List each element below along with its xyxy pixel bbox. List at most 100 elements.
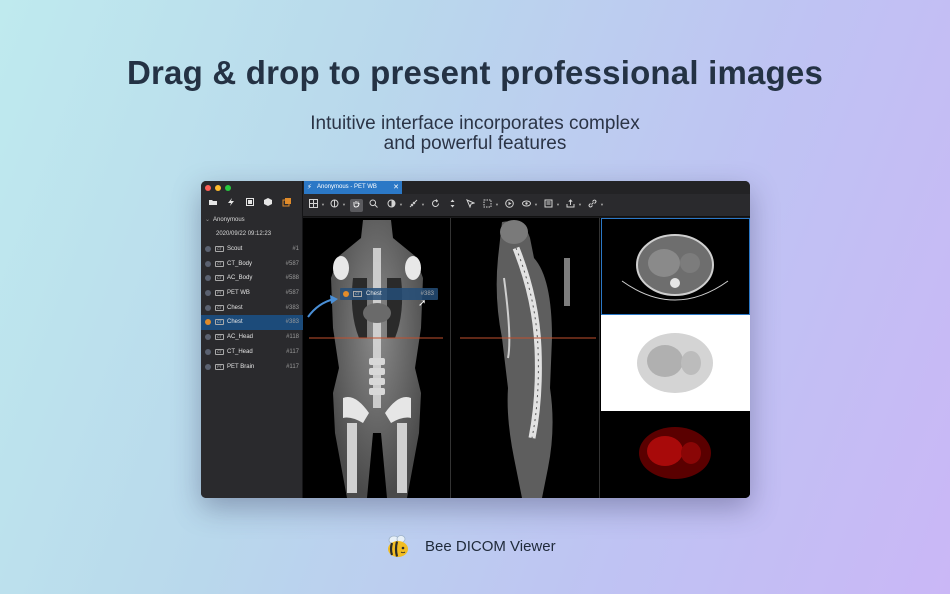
tab-bar: ⚡ Anonymous - PET WB ✕ xyxy=(303,181,750,194)
series-row[interactable]: PT PET WB #587 xyxy=(201,286,303,301)
layers-icon[interactable] xyxy=(281,197,293,209)
flip-icon[interactable] xyxy=(446,199,459,212)
cube-icon[interactable] xyxy=(262,197,274,209)
series-name: CT_Body xyxy=(227,260,253,267)
series-row[interactable]: CT AC_Body #588 xyxy=(201,271,303,286)
roi-icon[interactable] xyxy=(481,199,494,212)
series-row[interactable]: CT AC_Head #118 xyxy=(201,330,303,345)
chevron-down-icon[interactable]: ▼ xyxy=(399,202,403,207)
pan-icon[interactable] xyxy=(350,199,363,212)
series-name: AC_Body xyxy=(227,275,253,282)
chevron-down-icon[interactable]: ▼ xyxy=(495,202,499,207)
patient-group[interactable]: ⌄ Anonymous xyxy=(205,216,245,223)
image-viewer xyxy=(303,218,750,498)
chevron-down-icon[interactable]: ▼ xyxy=(556,202,560,207)
chevron-down-icon[interactable]: ▼ xyxy=(600,202,604,207)
modality-badge: CT xyxy=(215,260,224,267)
viewport-sagittal[interactable] xyxy=(452,218,600,498)
series-status-dot xyxy=(205,363,211,370)
annotation-icon[interactable] xyxy=(542,199,555,212)
chevron-down-icon: ⌄ xyxy=(205,217,211,223)
series-row[interactable]: CT Chest #383 xyxy=(201,315,303,331)
series-row[interactable]: CT Chest #383 xyxy=(201,301,303,316)
drag-arrow-icon xyxy=(307,295,338,318)
modality-badge: PT xyxy=(215,363,224,370)
series-count: #117 xyxy=(286,363,299,370)
viewport-axial-ct[interactable] xyxy=(601,218,750,315)
series-name: PET Brain xyxy=(227,363,255,370)
layout-icon[interactable] xyxy=(307,199,320,212)
headline: Drag & drop to present professional imag… xyxy=(126,54,824,91)
zoom-window-button[interactable] xyxy=(225,185,231,191)
export-icon[interactable] xyxy=(564,199,577,212)
series-count: #588 xyxy=(285,275,299,282)
series-name: Chest xyxy=(227,319,243,326)
app-name: Bee DICOM Viewer xyxy=(425,537,556,555)
series-list: CT Scout #1 CT CT_Body #587 CT AC_Body #588 PT PET… xyxy=(201,242,303,374)
select-icon[interactable] xyxy=(464,199,477,212)
viewport-axial-pet[interactable] xyxy=(601,315,750,411)
modality-badge: PT xyxy=(215,290,224,297)
close-tab-icon[interactable]: ✕ xyxy=(393,181,399,194)
series-status-dot xyxy=(205,275,211,282)
series-count: #383 xyxy=(285,304,299,311)
subheadline-line2: and powerful features xyxy=(383,133,567,154)
frame-icon[interactable] xyxy=(244,197,256,209)
series-count: #587 xyxy=(285,260,299,267)
link-icon[interactable] xyxy=(586,199,599,212)
study-date[interactable]: 2020/09/22 09:12:23 xyxy=(216,231,271,237)
series-status-dot xyxy=(205,290,211,297)
series-name: AC_Head xyxy=(227,334,254,341)
series-count: #118 xyxy=(286,334,299,341)
series-status-dot xyxy=(205,246,211,252)
series-status-dot xyxy=(205,319,211,326)
chevron-down-icon[interactable]: ▼ xyxy=(534,202,538,207)
brand: Bee DICOM Viewer xyxy=(385,533,556,559)
chevron-down-icon[interactable]: ▼ xyxy=(421,202,425,207)
bolt-icon[interactable] xyxy=(225,197,237,209)
series-row[interactable]: CT CT_Head #117 xyxy=(201,345,303,360)
open-folder-icon[interactable] xyxy=(207,197,219,209)
series-row[interactable]: PT PET Brain #117 xyxy=(201,360,303,375)
chevron-down-icon[interactable]: ▼ xyxy=(578,202,582,207)
view-icon[interactable] xyxy=(520,199,533,212)
sidebar: ⌄ Anonymous 2020/09/22 09:12:23 CT Scout #1… xyxy=(201,181,303,498)
drag-item-name: Chest xyxy=(366,291,382,297)
series-status-dot xyxy=(205,334,211,341)
minimize-window-button[interactable] xyxy=(215,185,221,191)
play-icon[interactable] xyxy=(503,199,516,212)
contrast-icon[interactable] xyxy=(385,199,398,212)
series-count: #383 xyxy=(285,319,299,326)
series-count: #587 xyxy=(285,290,299,297)
viewport-axial-fusion[interactable] xyxy=(601,411,750,498)
tab-label: Anonymous - PET WB xyxy=(317,184,377,190)
viewport-coronal[interactable] xyxy=(303,218,451,498)
series-name: CT_Head xyxy=(227,348,253,355)
chevron-down-icon[interactable]: ▼ xyxy=(321,202,325,207)
rotate-icon[interactable] xyxy=(429,199,442,212)
sidebar-toolbar xyxy=(201,197,303,211)
series-name: Scout xyxy=(227,246,243,252)
chevron-down-icon[interactable]: ▼ xyxy=(342,202,346,207)
series-status-dot xyxy=(343,291,349,297)
subheadline-line1: Intuitive interface incorporates complex xyxy=(310,113,640,134)
window-level-icon[interactable] xyxy=(328,199,341,212)
drag-item-count: #383 xyxy=(420,291,434,297)
modality-badge: CT xyxy=(215,348,224,355)
zoom-icon[interactable] xyxy=(367,199,380,212)
series-count: #1 xyxy=(292,246,299,252)
bee-logo-icon xyxy=(388,535,408,557)
series-row[interactable]: CT CT_Body #587 xyxy=(201,257,303,272)
close-window-button[interactable] xyxy=(205,185,211,191)
bolt-icon: ⚡ xyxy=(307,184,312,191)
series-name: PET WB xyxy=(227,290,250,297)
measure-icon[interactable] xyxy=(407,199,420,212)
app-window: ⌄ Anonymous 2020/09/22 09:12:23 CT Scout #1… xyxy=(201,181,750,498)
series-row[interactable]: CT Scout #1 xyxy=(201,242,303,257)
patient-name: Anonymous xyxy=(213,217,245,223)
modality-badge: CT xyxy=(215,304,224,311)
modality-badge: CT xyxy=(215,319,224,326)
modality-badge: CT xyxy=(215,275,224,282)
tab-anonymous-pet-wb[interactable]: ⚡ Anonymous - PET WB ✕ xyxy=(304,181,402,194)
series-status-dot xyxy=(205,260,211,267)
